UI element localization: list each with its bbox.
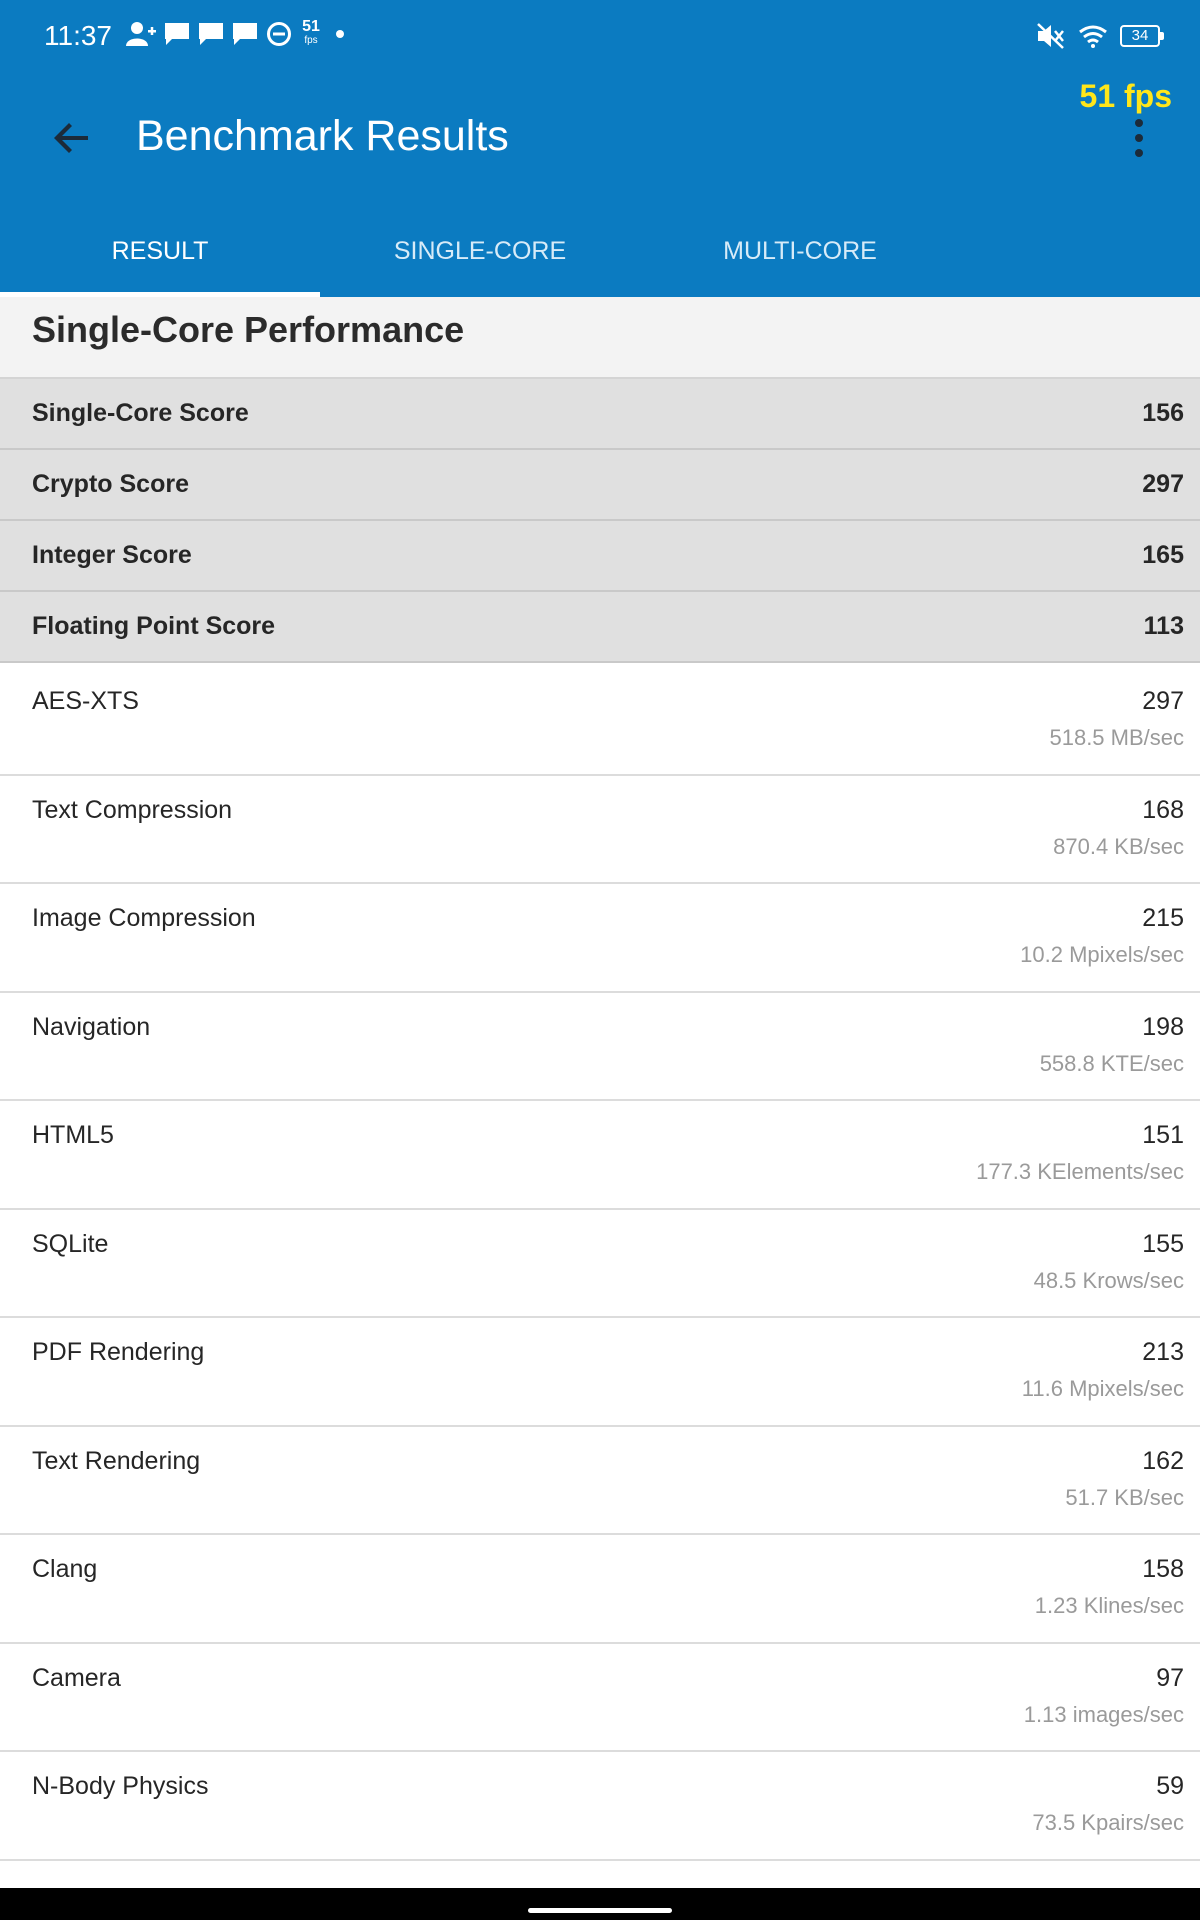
workload-rate: 177.3 KElements/sec (976, 1159, 1184, 1184)
workload-rate: 518.5 MB/sec (1049, 725, 1184, 750)
workload-row[interactable]: HTML5 151 177.3 KElements/sec (0, 1101, 1200, 1210)
section-header: Single-Core Performance (0, 297, 1200, 379)
workload-rate: 11.6 Mpixels/sec (1021, 1376, 1184, 1401)
tab-bar: RESULT SINGLE-CORE MULTI-CORE (0, 222, 1200, 297)
workload-score: 297 (1142, 687, 1184, 715)
status-bar: 11:37 51 fps 34 (0, 0, 1200, 74)
summary-value: 165 (1142, 541, 1184, 569)
workload-rate: 73.5 Kpairs/sec (1032, 1810, 1184, 1835)
workload-name: Clang (32, 1555, 98, 1583)
fps-counter-unit: fps (304, 35, 318, 46)
workload-row[interactable]: Text Rendering 162 51.7 KB/sec (0, 1426, 1200, 1535)
summary-label: Floating Point Score (32, 612, 276, 640)
workload-row[interactable]: Navigation 198 558.8 KTE/sec (0, 992, 1200, 1101)
workload-name: Image Compression (32, 904, 256, 932)
workload-rate: 1.23 Klines/sec (1034, 1593, 1184, 1618)
more-notifications-dot (336, 30, 344, 38)
workload-rate: 51.7 KB/sec (1065, 1484, 1184, 1510)
message-icon (165, 23, 189, 45)
workload-score: 198 (1142, 1012, 1184, 1041)
workload-score: 151 (1142, 1121, 1184, 1149)
workload-row[interactable]: PDF Rendering 213 11.6 Mpixels/sec (0, 1318, 1200, 1427)
workload-row[interactable]: Clang 158 1.23 Klines/sec (0, 1535, 1200, 1644)
workload-rate: 10.2 Mpixels/sec (1020, 942, 1184, 967)
summary-label: Integer Score (32, 541, 192, 569)
mute-icon (1037, 23, 1064, 49)
back-arrow-icon[interactable] (48, 114, 96, 162)
wifi-icon (1079, 25, 1107, 48)
workload-name: HTML5 (32, 1121, 114, 1149)
workload-rate: 1.13 images/sec (1023, 1701, 1184, 1727)
tab-multi-core[interactable]: MULTI-CORE (640, 222, 960, 297)
workload-score: 213 (1142, 1338, 1184, 1366)
message-icon (199, 23, 223, 45)
workload-name: PDF Rendering (32, 1338, 205, 1366)
workload-name: Text Rendering (32, 1446, 201, 1475)
workload-name: Text Compression (32, 795, 233, 824)
workload-row[interactable]: Text Compression 168 870.4 KB/sec (0, 775, 1200, 884)
workload-row[interactable]: N-Body Physics 59 73.5 Kpairs/sec (0, 1752, 1200, 1861)
notification-icons: 51 fps (126, 18, 344, 48)
workload-row[interactable]: Image Compression 215 10.2 Mpixels/sec (0, 884, 1200, 993)
workload-name: Navigation (32, 1012, 151, 1041)
workload-name: AES-XTS (32, 687, 139, 715)
workload-row[interactable]: Camera 97 1.13 images/sec (0, 1643, 1200, 1752)
workload-score: 97 (1156, 1663, 1184, 1692)
workload-rate: 870.4 KB/sec (1053, 833, 1184, 859)
workload-score: 59 (1156, 1772, 1184, 1800)
summary-row: Single-Core Score 156 (0, 379, 1200, 450)
summary-row: Integer Score 165 (0, 521, 1200, 592)
summary-row: Crypto Score 297 (0, 450, 1200, 521)
workload-rate: 558.8 KTE/sec (1039, 1050, 1184, 1076)
system-icons: 34 (1036, 22, 1164, 50)
workload-row[interactable]: AES-XTS 297 518.5 MB/sec (0, 667, 1200, 776)
workload-rate: 48.5 Krows/sec (1033, 1267, 1184, 1293)
section-title: Single-Core Performance (32, 309, 465, 350)
tab-result[interactable]: RESULT (0, 222, 320, 297)
tab-single-core[interactable]: SINGLE-CORE (320, 222, 640, 297)
workload-score: 162 (1142, 1446, 1184, 1475)
workload-row[interactable]: SQLite 155 48.5 Krows/sec (0, 1209, 1200, 1318)
status-time: 11:37 (44, 20, 112, 51)
fps-counter-value: 51 (302, 18, 320, 35)
page-title: Benchmark Results (136, 112, 509, 160)
summary-value: 113 (1143, 612, 1184, 640)
more-options-icon[interactable] (1128, 118, 1150, 158)
workload-score: 168 (1142, 795, 1184, 824)
workload-score: 158 (1142, 1555, 1184, 1583)
home-gesture-handle[interactable] (528, 1908, 672, 1913)
add-contact-icon (126, 22, 156, 46)
data-saver-icon (267, 22, 291, 46)
summary-value: 297 (1142, 470, 1184, 498)
app-bar: 11:37 51 fps 34 51 fps Benchmark Results… (0, 0, 1200, 297)
workload-score: 215 (1142, 904, 1184, 932)
workload-name: SQLite (32, 1229, 109, 1258)
workload-name: Camera (32, 1663, 121, 1692)
summary-row: Floating Point Score 113 (0, 592, 1200, 663)
navigation-bar (0, 1888, 1200, 1920)
workload-name: N-Body Physics (32, 1772, 209, 1800)
fps-overlay: 51 fps (1079, 78, 1172, 114)
message-icon (233, 23, 257, 45)
battery-icon: 34 (1120, 25, 1164, 47)
summary-label: Single-Core Score (32, 399, 249, 427)
workload-score: 155 (1142, 1229, 1184, 1258)
summary-label: Crypto Score (32, 470, 189, 498)
summary-value: 156 (1142, 399, 1184, 427)
fps-counter-icon: 51 fps (300, 18, 322, 48)
